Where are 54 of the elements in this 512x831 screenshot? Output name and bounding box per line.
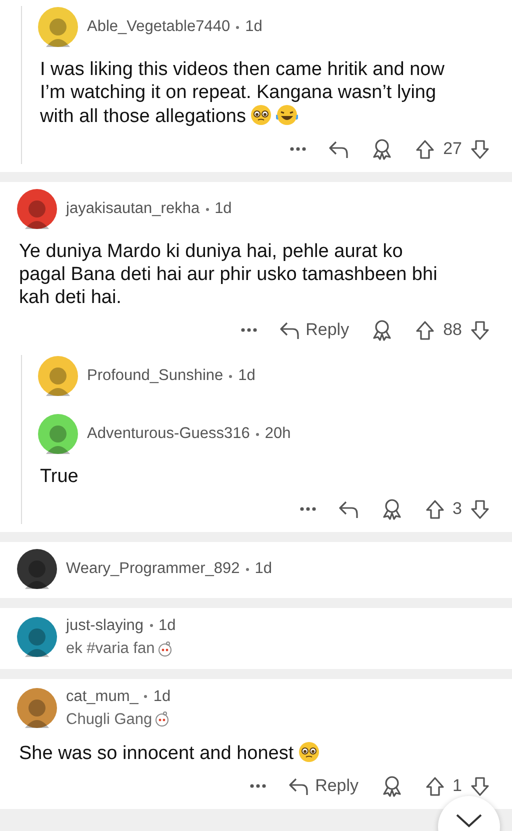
username[interactable]: cat_mum_ (66, 684, 138, 708)
user-flair: Chugli Gang (66, 710, 152, 730)
vote-count: 1 (452, 775, 462, 798)
more-options-icon[interactable] (250, 783, 266, 789)
reply-arrow-icon (288, 776, 310, 796)
downvote-icon[interactable] (470, 498, 490, 520)
more-options-icon[interactable] (290, 146, 306, 152)
comment-age: 1d (254, 559, 272, 580)
snoo-icon (154, 711, 170, 728)
vote-count: 3 (452, 498, 462, 520)
reply-button[interactable] (328, 138, 350, 160)
reply-button[interactable]: Reply (278, 317, 350, 343)
chevron-down-icon (456, 814, 482, 828)
award-icon[interactable] (380, 498, 403, 520)
downvote-icon[interactable] (470, 776, 490, 796)
snoo-icon (156, 640, 173, 657)
more-options-icon[interactable] (300, 506, 316, 512)
emoji-icon (250, 104, 272, 126)
comment-age: 1d (153, 686, 171, 706)
reply-button[interactable]: Reply (288, 773, 359, 799)
user-flair: ek #varia fan (66, 639, 155, 660)
emoji-icon (298, 741, 320, 763)
award-icon[interactable] (380, 775, 403, 797)
username[interactable]: jayakisautan_rekha (66, 197, 200, 221)
vote-count: 27 (443, 138, 462, 160)
upvote-icon[interactable] (415, 320, 436, 340)
username[interactable]: Profound_Sunshine (87, 364, 224, 388)
comment-text: I was liking this videos then came hritik and now I’m watching it on repeat. Kangana wasn’t lying with all those allegations (39, 58, 446, 128)
award-icon[interactable] (371, 138, 394, 160)
username[interactable]: Able_Vegetable7440 (87, 15, 230, 39)
reply-button[interactable] (338, 498, 359, 520)
reply-arrow-icon (338, 498, 359, 520)
reply-arrow-icon (328, 138, 350, 160)
downvote-icon[interactable] (470, 320, 490, 340)
vote-count: 88 (443, 319, 462, 342)
comment-text: Ye duniya Mardo ki duniya hai, pehle aurat ko pagal Bana deti hai aur phir usko tamashbeen bhi kah deti hai. (18, 240, 438, 309)
username[interactable]: Weary_Programmer_892 (66, 557, 240, 581)
upvote-icon[interactable] (415, 138, 436, 160)
reply-arrow-icon (278, 320, 300, 340)
comment-age: 1d (214, 199, 232, 220)
upvote-icon[interactable] (424, 776, 445, 796)
comment-text: True (39, 465, 80, 488)
comment-age: 1d (158, 616, 176, 636)
username[interactable]: just-slaying (66, 614, 144, 638)
comment-age: 20h (264, 424, 291, 444)
award-icon[interactable] (371, 319, 394, 341)
comment-text: She was so innocent and honest (0, 741, 380, 765)
more-options-icon[interactable] (240, 327, 257, 333)
comment-age: 1d (238, 366, 256, 386)
downvote-icon[interactable] (470, 138, 490, 160)
upvote-icon[interactable] (424, 498, 445, 520)
comment-age: 1d (245, 17, 262, 38)
emoji-icon (276, 104, 298, 126)
username[interactable]: Adventurous-Guess316 (87, 422, 250, 446)
